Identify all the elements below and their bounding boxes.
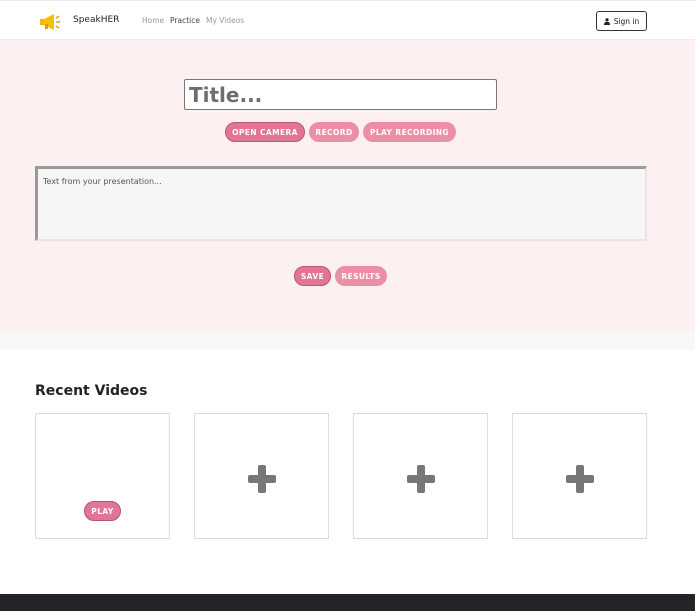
add-video-card[interactable]: [353, 413, 488, 539]
megaphone-icon[interactable]: [39, 13, 61, 31]
sign-in-button[interactable]: Sign in: [596, 11, 647, 31]
brand-name[interactable]: SpeakHER: [73, 15, 119, 25]
results-button[interactable]: RESULTS: [335, 266, 387, 286]
navbar: SpeakHER Home Practice My Videos Sign in: [0, 0, 695, 40]
open-camera-button[interactable]: OPEN CAMERA: [225, 122, 305, 142]
person-icon: [603, 17, 610, 25]
section-divider: [0, 332, 695, 350]
title-input[interactable]: [184, 79, 497, 110]
nav-link-home[interactable]: Home: [142, 16, 164, 25]
presentation-text-field[interactable]: [35, 166, 647, 241]
play-button[interactable]: PLAY: [84, 501, 121, 521]
nav-link-my-videos[interactable]: My Videos: [206, 16, 244, 25]
save-button[interactable]: SAVE: [294, 266, 331, 286]
recent-videos-heading: Recent Videos: [35, 383, 148, 399]
video-card: PLAY: [35, 413, 170, 539]
add-video-card[interactable]: [512, 413, 647, 539]
sign-in-label: Sign in: [613, 16, 640, 26]
footer: [0, 594, 695, 611]
plus-icon[interactable]: [248, 465, 276, 493]
nav-link-practice[interactable]: Practice: [170, 16, 200, 25]
plus-icon[interactable]: [407, 465, 435, 493]
add-video-card[interactable]: [194, 413, 329, 539]
record-button[interactable]: RECORD: [309, 122, 359, 142]
play-recording-button[interactable]: PLAY RECORDING: [363, 122, 456, 142]
plus-icon[interactable]: [566, 465, 594, 493]
